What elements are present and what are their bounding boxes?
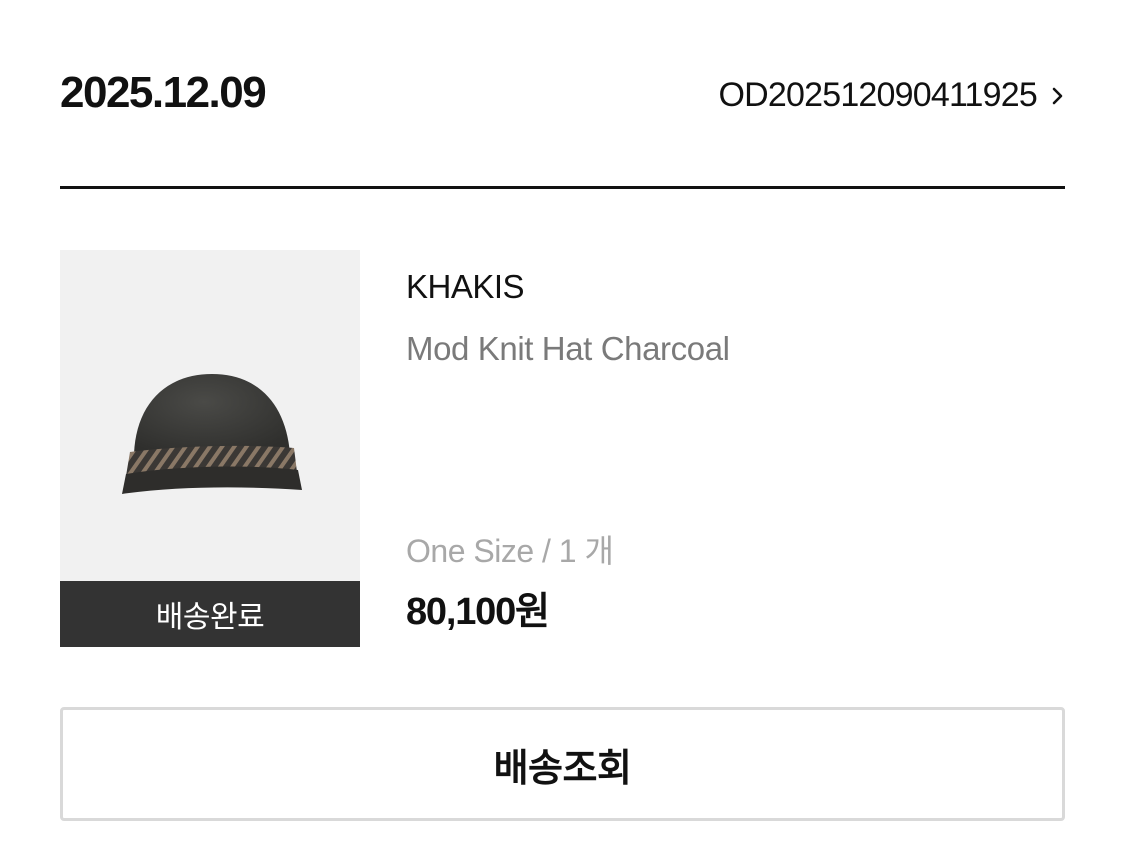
product-price: 80,100원 bbox=[406, 591, 550, 633]
chevron-right-icon bbox=[1052, 87, 1063, 104]
product-name[interactable]: Mod Knit Hat Charcoal bbox=[406, 330, 730, 368]
brand-name[interactable]: KHAKIS bbox=[406, 268, 525, 306]
beanie-hat-image bbox=[122, 374, 302, 494]
section-divider bbox=[60, 186, 1065, 189]
order-date: 2025.12.09 bbox=[60, 68, 267, 117]
track-delivery-button[interactable]: 배송조회 bbox=[60, 707, 1065, 821]
order-detail-link[interactable]: OD202512090411925 bbox=[718, 76, 1065, 115]
order-item: 배송완료 KHAKIS Mod Knit Hat Charcoal One Si… bbox=[60, 250, 1065, 648]
product-info: KHAKIS Mod Knit Hat Charcoal One Size / … bbox=[406, 250, 1056, 647]
product-option: One Size / 1 개 bbox=[406, 533, 614, 569]
product-thumbnail[interactable]: 배송완료 bbox=[60, 250, 360, 647]
order-header: 2025.12.09 OD202512090411925 bbox=[60, 60, 1065, 136]
delivery-status-badge: 배송완료 bbox=[60, 581, 360, 647]
order-number: OD202512090411925 bbox=[718, 76, 1037, 114]
